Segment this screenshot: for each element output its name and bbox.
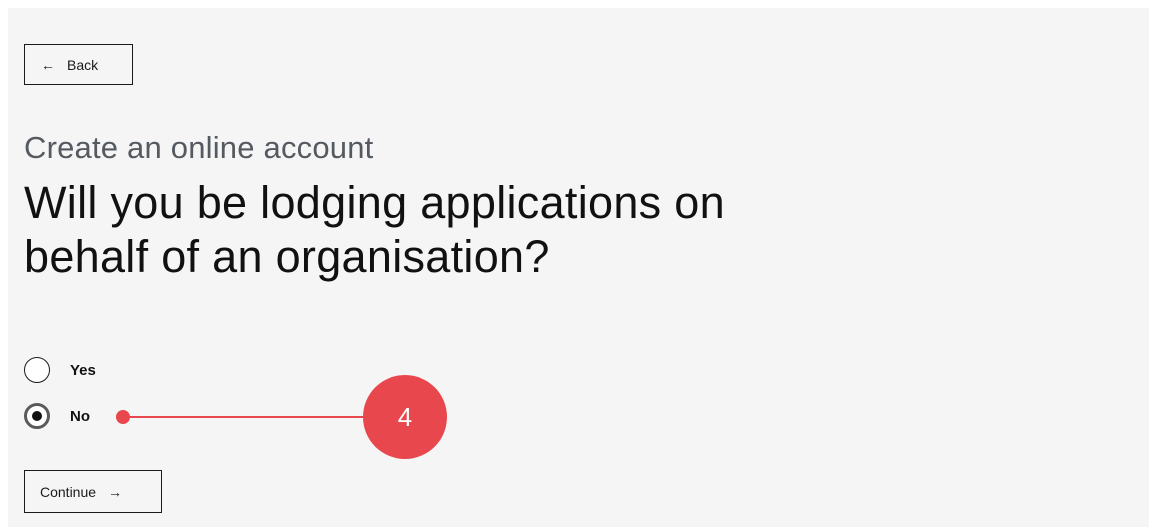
annotation-dot bbox=[116, 410, 130, 424]
radio-no[interactable] bbox=[24, 403, 50, 429]
arrow-left-icon: ← bbox=[41, 56, 55, 73]
radio-option-yes[interactable]: Yes bbox=[24, 357, 96, 383]
arrow-right-icon: → bbox=[108, 483, 123, 500]
annotation-line bbox=[123, 416, 383, 418]
radio-label-no: No bbox=[70, 407, 90, 425]
radio-yes[interactable] bbox=[24, 357, 50, 383]
radio-label-yes: Yes bbox=[70, 361, 96, 379]
page-subtitle: Create an online account bbox=[24, 130, 374, 165]
back-button-label: Back bbox=[67, 56, 99, 73]
continue-button[interactable]: Continue → bbox=[24, 470, 162, 513]
page-title: Will you be lodging applications on beha… bbox=[24, 177, 725, 282]
content-panel: ← Back Create an online account Will you… bbox=[8, 8, 1149, 527]
back-button[interactable]: ← Back bbox=[24, 44, 133, 85]
radio-option-no[interactable]: No bbox=[24, 403, 90, 429]
annotation-badge: 4 bbox=[363, 375, 447, 459]
continue-button-label: Continue bbox=[40, 483, 97, 500]
